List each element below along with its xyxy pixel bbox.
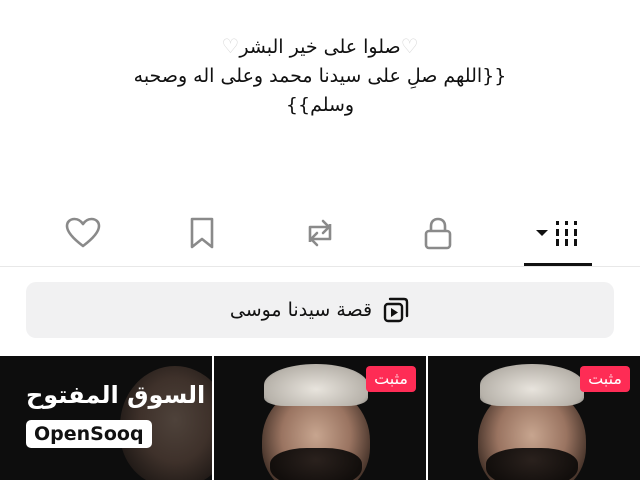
- watermark-logo: OpenSooq: [26, 420, 152, 448]
- heart-outline-icon: [65, 217, 101, 248]
- playlist-icon: [383, 297, 409, 323]
- repost-icon: [308, 219, 332, 247]
- white-heart-icon: ♡: [400, 34, 419, 58]
- thumbnail-cap: [480, 364, 584, 406]
- tab-private[interactable]: [390, 204, 486, 262]
- profile-tab-bar: [0, 204, 640, 267]
- video-thumbnail-1[interactable]: السوق المفتوح OpenSooq: [0, 356, 212, 480]
- grid-dropdown-icon: [536, 221, 577, 246]
- tab-reposts[interactable]: [272, 204, 368, 262]
- tab-liked[interactable]: [35, 204, 131, 262]
- pinned-badge: مثبت: [580, 366, 630, 392]
- video-thumbnail-2[interactable]: مثبت: [214, 356, 426, 480]
- bookmark-outline-icon: [190, 217, 214, 249]
- bio-line-1: ♡صلوا على خير البشر♡: [221, 34, 419, 58]
- playlist-label: قصة سيدنا موسى: [229, 299, 373, 321]
- thumbnail-beard: [270, 448, 362, 480]
- bio-line-2: {{اللهم صلِ على سيدنا محمد وعلى اله وصحب…: [133, 65, 507, 87]
- profile-bio: ♡صلوا على خير البشر♡ {{اللهم صلِ على سيد…: [0, 32, 640, 120]
- pinned-badge: مثبت: [366, 366, 416, 392]
- white-heart-icon: ♡: [221, 34, 240, 58]
- video-thumbnail-3[interactable]: مثبت: [428, 356, 640, 480]
- tab-videos[interactable]: [510, 204, 606, 266]
- video-grid: السوق المفتوح OpenSooq مثبت مثبت: [0, 356, 640, 480]
- thumbnail-cap: [264, 364, 368, 406]
- tab-favorites[interactable]: [154, 204, 250, 262]
- thumbnail-beard: [486, 448, 578, 480]
- watermark-arabic: السوق المفتوح: [26, 381, 206, 409]
- playlist-button[interactable]: قصة سيدنا موسى: [26, 282, 614, 338]
- lock-icon: [424, 217, 452, 250]
- bio-line-3: وسلم}}: [285, 94, 355, 116]
